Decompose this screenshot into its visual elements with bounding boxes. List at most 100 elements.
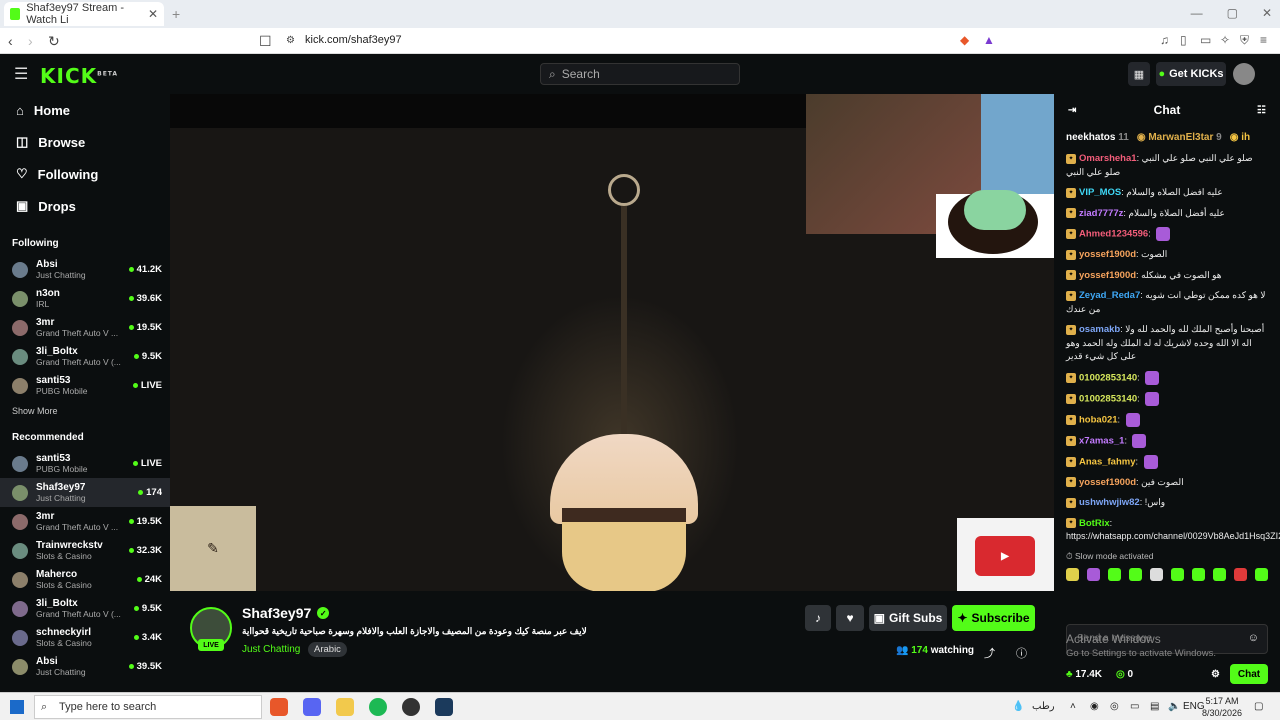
chat-username[interactable]: VIP_MOS	[1079, 187, 1121, 198]
sidebar-item-following[interactable]: ♡ Following	[0, 158, 170, 190]
reload-icon[interactable]: ↻	[48, 33, 60, 50]
chat-settings-icon[interactable]: ⚙	[1211, 669, 1220, 680]
notification-bell-button[interactable]: ♪	[805, 605, 831, 631]
get-kicks-button[interactable]: ● Get KICKs	[1156, 62, 1226, 86]
close-window-icon[interactable]: ✕	[1262, 6, 1272, 20]
sidebar-channel[interactable]: santi53 PUBG Mobile LIVE	[0, 449, 170, 478]
chat-users-icon[interactable]: ☷	[1257, 105, 1266, 116]
menu-icon[interactable]: ≡	[1260, 33, 1267, 47]
steam-app-icon[interactable]	[435, 698, 453, 716]
hamburger-menu-icon[interactable]: ☰	[14, 64, 28, 84]
share-icon[interactable]: ⤴	[984, 645, 995, 661]
sidebar-channel[interactable]: Absi Just Chatting 41.2K	[0, 255, 170, 284]
notifications-icon[interactable]: ▢	[1254, 701, 1263, 712]
close-tab-icon[interactable]: ✕	[148, 7, 158, 21]
sidebar-channel[interactable]: 3mr Grand Theft Auto V ... 19.5K	[0, 507, 170, 536]
emote-icon[interactable]	[1066, 567, 1079, 581]
discord-app-icon[interactable]	[303, 698, 321, 716]
sidebar-channel[interactable]: Absi Just Chatting 39.5K	[0, 652, 170, 681]
emote-icon[interactable]	[1171, 567, 1184, 581]
emote-icon[interactable]	[1087, 567, 1100, 581]
chat-username[interactable]: yossef1900d	[1079, 249, 1136, 260]
chat-username[interactable]: Omarsheha1	[1079, 153, 1137, 164]
chat-username[interactable]: 01002853140	[1079, 393, 1137, 404]
chat-username[interactable]: Ahmed1234596	[1079, 228, 1148, 239]
chat-username[interactable]: BotRix	[1079, 518, 1110, 529]
url-field[interactable]: kick.com/shaf3ey97	[305, 34, 402, 46]
new-tab-icon[interactable]: +	[172, 6, 180, 22]
emote-icon[interactable]	[1213, 567, 1226, 581]
language-tag[interactable]: Arabic	[308, 642, 347, 657]
weather-icon[interactable]: 💧	[1012, 701, 1024, 712]
windows-start-icon[interactable]	[10, 700, 24, 714]
file-explorer-icon[interactable]	[336, 698, 354, 716]
tray-expand-icon[interactable]: ˄	[1070, 701, 1076, 712]
bookmark-icon[interactable]: ☐	[259, 33, 272, 50]
spotify-app-icon[interactable]	[369, 698, 387, 716]
wallet-icon[interactable]: ▭	[1200, 33, 1211, 47]
sidebar-channel[interactable]: Trainwreckstv Slots & Casino 32.3K	[0, 536, 170, 565]
volume-icon[interactable]: 🔈	[1168, 701, 1180, 712]
search-input[interactable]: ⌕ Search	[540, 63, 740, 85]
subscribe-button[interactable]: ✦ Subscribe	[952, 605, 1035, 631]
chat-username[interactable]: ziad7777z	[1079, 208, 1123, 219]
sidebar-channel[interactable]: santi53 PUBG Mobile LIVE	[0, 371, 170, 400]
follow-button[interactable]: ♥	[836, 605, 864, 631]
sidebar-channel[interactable]: 3li_Boltx Grand Theft Auto V (... 9.5K	[0, 342, 170, 371]
chat-username[interactable]: osamakb	[1079, 324, 1120, 335]
chat-username[interactable]: yossef1900d	[1079, 270, 1136, 281]
video-player[interactable]: ✎ ▶	[170, 94, 1054, 591]
emote-icon[interactable]	[1255, 567, 1268, 581]
emote-icon[interactable]	[1108, 567, 1121, 581]
sidebar-channel[interactable]: n3on IRL 39.6K	[0, 284, 170, 313]
back-icon[interactable]: ‹	[8, 33, 13, 49]
tray-app-icon[interactable]: ◉	[1090, 701, 1099, 712]
network-icon[interactable]: ▤	[1150, 701, 1159, 712]
minimize-icon[interactable]: —	[1191, 6, 1203, 20]
collapse-chat-icon[interactable]: ⇥	[1068, 105, 1076, 116]
chat-username[interactable]: Anas_fahmy	[1079, 456, 1136, 467]
sidebar-channel[interactable]: Maherco Slots & Casino 24K	[0, 565, 170, 594]
emote-icon[interactable]	[1192, 567, 1205, 581]
sidebar-channel[interactable]: 3li_Boltx Grand Theft Auto V (... 9.5K	[0, 594, 170, 623]
library-icon[interactable]: ▦	[1128, 62, 1150, 86]
vpn-icon[interactable]: ⛨	[1240, 33, 1249, 48]
brave-app-icon[interactable]	[270, 698, 288, 716]
sidebar-channel[interactable]: 3mr Grand Theft Auto V ... 19.5K	[0, 313, 170, 342]
taskbar-search[interactable]: ⌕ Type here to search	[34, 695, 262, 719]
sidebar-channel[interactable]: Shaf3ey97 Just Chatting 174	[0, 478, 170, 507]
brave-shield-icon[interactable]: ◆	[960, 33, 969, 47]
chat-username[interactable]: yossef1900d	[1079, 477, 1136, 488]
chat-send-button[interactable]: Chat	[1230, 664, 1268, 684]
sidebar-item-browse[interactable]: ◫ Browse	[0, 126, 170, 158]
gift-subs-button[interactable]: ▣ Gift Subs	[869, 605, 947, 631]
streamer-name[interactable]: Shaf3ey97 ✓	[242, 605, 330, 621]
browser-tab[interactable]: Shaf3ey97 Stream - Watch Li ✕	[4, 2, 164, 26]
site-info-icon[interactable]: ⚙	[286, 35, 295, 46]
emote-icon[interactable]	[1234, 567, 1247, 581]
chat-username[interactable]: 01002853140	[1079, 372, 1137, 383]
sidebar-channel[interactable]: schneckyirl Slots & Casino 3.4K	[0, 623, 170, 652]
forward-icon[interactable]: ›	[28, 33, 33, 49]
chat-username[interactable]: hoba021	[1079, 414, 1118, 425]
sidebar-item-home[interactable]: ⌂ Home	[0, 94, 170, 126]
stream-category[interactable]: Just Chatting	[242, 644, 300, 655]
show-more-link[interactable]: Show More	[0, 400, 170, 422]
tray-app-icon[interactable]: ▭	[1130, 701, 1139, 712]
info-icon[interactable]: ⓘ	[1016, 645, 1027, 661]
emoji-icon[interactable]: ☺	[1248, 632, 1259, 644]
system-clock[interactable]: 5:17 AM 8/30/2026	[1202, 695, 1242, 719]
chat-username[interactable]: ushwhwjiw82	[1079, 497, 1140, 508]
chat-username[interactable]: Zeyad_Reda7	[1079, 290, 1140, 301]
kick-logo[interactable]: KICKBETA	[40, 64, 118, 88]
obs-app-icon[interactable]	[402, 698, 420, 716]
sidebar-item-drops[interactable]: ▣ Drops	[0, 190, 170, 222]
rewards-icon[interactable]: ▲	[983, 33, 995, 47]
emote-icon[interactable]	[1150, 567, 1163, 581]
music-icon[interactable]: ♫	[1160, 33, 1169, 47]
tray-app-icon[interactable]: ◎	[1110, 701, 1119, 712]
chat-username[interactable]: x7amas_1	[1079, 435, 1124, 446]
leo-icon[interactable]: ✧	[1220, 33, 1230, 47]
sidebar-toggle-icon[interactable]: ▯	[1180, 33, 1187, 47]
maximize-icon[interactable]: ▢	[1227, 6, 1238, 20]
